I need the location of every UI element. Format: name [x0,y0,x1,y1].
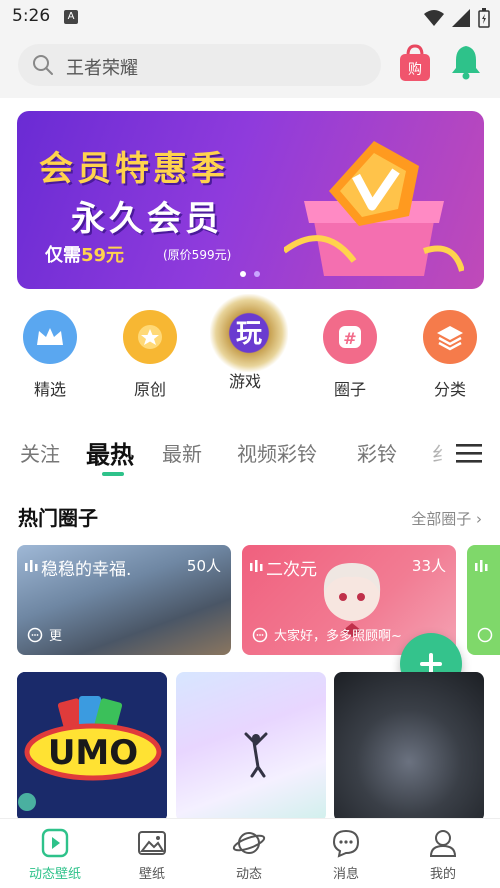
circle-member-count: 50人 [186,557,221,575]
category-label: 分类 [433,380,466,399]
category-label: 圈子 [333,380,366,399]
bottom-nav: 动态壁纸 壁纸 动态 消息 我的 [0,818,500,888]
circle-name: 稳稳的幸福. [41,560,132,580]
banner-original-price: (原价599元) [163,248,232,262]
promo-banner[interactable]: 会员特惠季 永久会员 仅需59元 (原价599元) [17,111,484,289]
nav-label: 我的 [429,867,456,882]
image-icon [138,831,166,855]
nav-live-wallpaper[interactable]: 动态壁纸 [10,827,100,882]
tab-follow[interactable]: 关注 [20,438,60,467]
nav-wallpaper[interactable]: 壁纸 [107,827,197,882]
status-icons [424,8,490,28]
search-bar-area: 王者荣耀 购 [0,36,500,98]
circle-card[interactable] [467,545,500,655]
layers-icon [423,310,477,364]
crown-icon [23,310,77,364]
shopping-bag-icon[interactable]: 购 [398,44,432,82]
circle-member-count: 33人 [411,557,446,575]
audio-bars-icon [25,560,38,572]
nav-label: 壁纸 [138,867,165,882]
play-video-icon [41,828,69,858]
banner-price-prefix: 仅需 [45,245,81,266]
category-row: 精选 原创 玩 游戏 # 圈子 分类 [0,294,500,410]
wallpaper-thumbnail[interactable]: UMO [17,672,167,822]
section-title: 热门圈子 [18,506,98,530]
planet-icon [232,832,266,854]
banner-line1: 会员特惠季 [39,149,229,189]
banner-line2: 永久会员 [71,199,223,239]
circle-preview: 更 [27,625,62,644]
nav-messages[interactable]: 消息 [301,827,391,882]
nav-label: 消息 [332,867,359,882]
falling-figure-art [244,732,268,778]
signal-icon [452,9,470,27]
tab-video-ringtone[interactable]: 视频彩铃 [237,438,317,467]
star-badge-icon [123,310,177,364]
comment-icon [27,627,43,642]
search-icon [33,55,53,75]
gift-box-icon [284,141,464,276]
content-tabs: 关注 最热 最新 视频彩铃 彩铃 纟 [0,428,500,480]
category-circle[interactable]: # 圈子 [315,310,385,400]
wifi-icon [424,10,444,26]
svg-text:#: # [343,329,356,348]
circle-preview-text: 更 [49,629,63,644]
comment-icon [477,627,493,643]
user-icon [429,830,457,857]
category-label: 精选 [33,380,66,399]
tab-hot[interactable]: 最热 [86,435,134,470]
audio-bars-icon [475,560,488,572]
status-time: 5:26 [12,6,51,26]
chat-bubble-icon [332,829,360,858]
category-label: 原创 [133,380,166,399]
circle-preview: 大家好，多多照顾啊~ [252,625,402,644]
tab-latest[interactable]: 最新 [162,438,202,467]
banner-pager [240,271,260,277]
nav-profile[interactable]: 我的 [398,827,488,882]
nav-feed[interactable]: 动态 [204,827,294,882]
circle-preview-text: 大家好，多多照顾啊~ [274,629,402,644]
category-classify[interactable]: 分类 [415,310,485,400]
search-placeholder: 王者荣耀 [66,58,138,79]
nav-label: 动态 [235,867,262,882]
wallpaper-text: UMO [48,733,138,773]
battery-icon [478,8,490,28]
audio-bars-icon [250,560,263,572]
search-input[interactable]: 王者荣耀 [18,44,381,86]
active-tab-indicator [102,472,124,476]
menu-icon[interactable] [456,442,482,464]
wallpaper-thumbnail[interactable] [334,672,484,822]
banner-price: 仅需59元 [45,241,124,267]
game-emblem-text: 玩 [236,319,262,349]
category-label: 游戏 [228,372,261,391]
shop-label: 购 [408,62,422,78]
chevron-right-icon: › [476,510,482,528]
circle-name: 二次元 [266,560,317,580]
umo-card-art: UMO [17,672,167,822]
game-emblem-icon: 玩 [210,294,288,372]
status-bar: 5:26 A [0,0,500,36]
hashtag-icon: # [323,310,377,364]
notification-icon: A [64,10,78,24]
category-featured[interactable]: 精选 [15,310,85,400]
pager-dot [254,271,260,277]
all-circles-link[interactable]: 全部圈子 › [411,508,482,529]
circle-card[interactable]: 稳稳的幸福. 50人 更 [17,545,231,655]
comment-icon [252,627,268,642]
category-game[interactable]: 玩 游戏 [210,294,288,392]
tab-ringtone[interactable]: 彩铃 [357,438,397,467]
all-circles-label: 全部圈子 [411,510,476,528]
pager-dot [240,271,246,277]
banner-price-value: 59元 [81,245,125,266]
nav-label: 动态壁纸 [28,867,81,882]
wallpaper-thumbnail[interactable] [176,672,326,822]
bell-icon[interactable] [450,44,482,80]
category-original[interactable]: 原创 [115,310,185,400]
